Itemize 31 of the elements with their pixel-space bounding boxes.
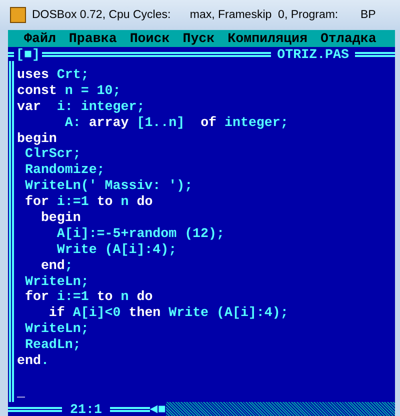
code-line: Write (A[i]:4); [56, 242, 178, 258]
code-line: WriteLn(' Massiv: '); [24, 178, 194, 194]
file-name: OTRIZ.PAS [277, 46, 349, 62]
code-line: ClrScr; [24, 146, 82, 162]
code-line: begin [40, 210, 82, 226]
code-line: WriteLn; [24, 274, 90, 290]
menu-item[interactable]: Файл [24, 31, 56, 46]
menu-item[interactable]: Правка [68, 31, 117, 46]
code-line: if A[i]<0 then Write (A[i]:4); [48, 305, 290, 322]
code-line: Randomize; [24, 162, 106, 178]
code-line: end. [17, 353, 50, 369]
app-icon [10, 7, 26, 23]
code-line: A[i]:=-5+random (12); [56, 226, 226, 242]
menu-item[interactable]: Компиляция [228, 31, 308, 46]
code-line: var i: integer; [17, 98, 146, 115]
text-cursor: _ [17, 384, 25, 401]
menu-item[interactable]: Поиск [130, 31, 170, 46]
menu-item[interactable]: Отладка [320, 31, 376, 46]
code-line: end; [40, 258, 74, 274]
code-line: ReadLn; [24, 337, 82, 354]
menu-item[interactable]: Пуск [182, 31, 215, 46]
code-line: for i:=1 to n do [24, 289, 154, 306]
close-box[interactable]: [■] [16, 46, 40, 62]
cursor-position: 21:1 [70, 402, 102, 416]
code-line: for i:=1 to n do [24, 194, 154, 210]
code-line: WriteLn; [24, 321, 90, 338]
code-line: A: array [1..n] of integer; [64, 114, 290, 131]
window-title: DOSBox 0.72, Cpu Cycles: max, Frameskip 0, Program: BP [32, 9, 376, 21]
code-line: const n = 10; [17, 82, 122, 99]
code-line: uses Crt; [17, 67, 90, 83]
code-line: begin [17, 130, 58, 146]
